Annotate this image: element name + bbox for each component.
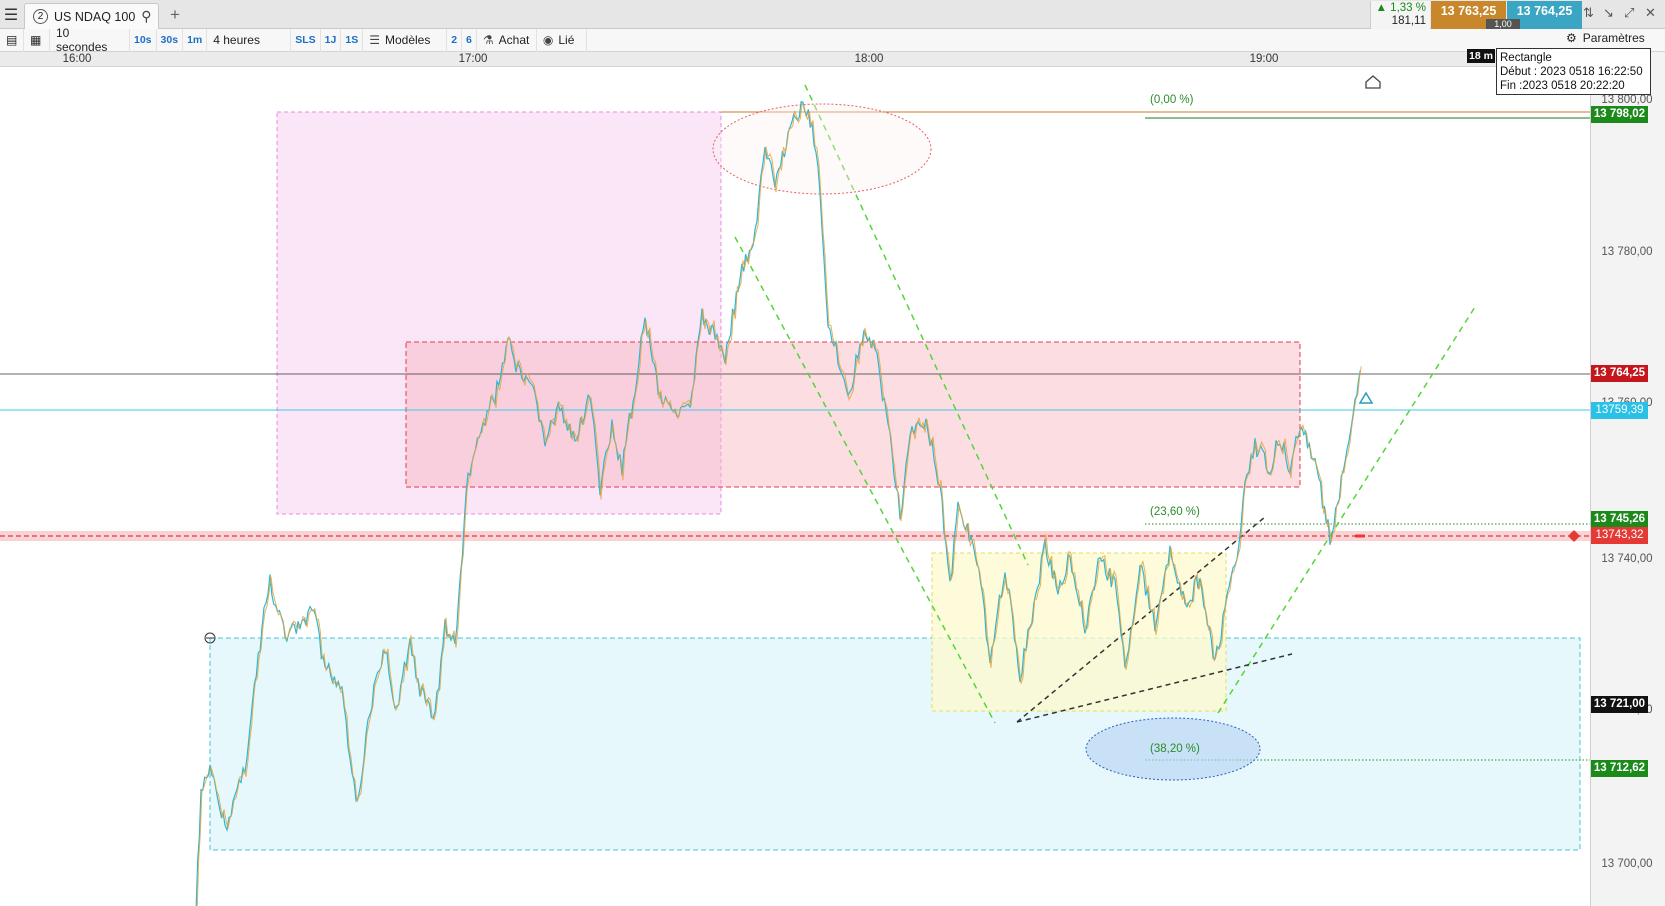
price-tag-fib-0: 13 798,02 — [1591, 106, 1648, 123]
zone-rectangle-red[interactable] — [405, 341, 1301, 488]
gear-icon: ⚙ — [1566, 31, 1577, 45]
interval-select[interactable]: 10 secondes — [50, 26, 130, 54]
time-label: 19:00 — [1249, 53, 1279, 65]
sell-price: 13 763,25 — [1440, 4, 1497, 18]
menu-icon[interactable]: ☰ — [0, 0, 22, 29]
shrink-icon[interactable]: ↘ — [1603, 5, 1614, 21]
search-icon[interactable]: ⚲ — [141, 8, 151, 25]
highlight-ellipse-red[interactable] — [712, 103, 932, 195]
interval-1m[interactable]: 1m — [183, 28, 208, 52]
time-label: 17:00 — [458, 53, 488, 65]
price-tag-fib-236: 13 745,26 — [1591, 511, 1648, 528]
sls-button[interactable]: SLS — [291, 28, 321, 52]
linked-label: Lié — [558, 33, 575, 47]
chart-toolbar: ▤ ▦ 10 secondes 10s 30s 1m 4 heures SLS … — [0, 26, 1665, 54]
price-axis[interactable]: 13 800,00 13 780,00 13 760,00 13 740,00 … — [1590, 52, 1665, 906]
price-tag-721: 13 721,00 — [1591, 696, 1648, 713]
range-1j[interactable]: 1J — [321, 28, 342, 52]
tooltip-end: Fin :2023 0518 20:22:20 — [1500, 80, 1625, 92]
chart-canvas[interactable] — [0, 67, 1590, 906]
quote-change: ▲ 1,33 % 181,11 — [1370, 1, 1430, 29]
sliders-icon: ☰ — [369, 33, 380, 47]
template-6-button[interactable]: 6 — [462, 28, 477, 52]
buy-order-label: Achat — [498, 33, 530, 47]
template-2-button[interactable]: 2 — [447, 28, 463, 52]
drawing-tooltip: Rectangle Début : 2023 0518 16:22:50 Fin… — [1496, 48, 1651, 95]
expand-icon[interactable]: ⤢ — [1624, 5, 1634, 21]
price-tag-red: 13743,32 — [1591, 527, 1648, 544]
models-label: Modèles — [384, 33, 431, 47]
price-tag-current: 13 764,25 — [1591, 365, 1648, 382]
change-points: 181,11 — [1391, 15, 1426, 27]
list-view-icon[interactable]: ▤ — [0, 28, 24, 52]
price-chart[interactable]: (0,00 %) (23,60 %) (38,20 %) — [0, 67, 1590, 906]
instrument-name: US NDAQ 100 — [54, 9, 136, 24]
home-icon[interactable] — [1365, 75, 1381, 89]
fib-label-236: (23,60 %) — [1150, 506, 1200, 518]
candle-timer: 18 m — [1467, 49, 1495, 63]
price-label: 13 740,00 — [1601, 553, 1653, 565]
tooltip-start: Début : 2023 0518 16:22:50 — [1500, 66, 1643, 78]
buy-order-button[interactable]: ⚗ Achat — [477, 28, 537, 52]
price-label: 13 700,00 — [1601, 858, 1653, 870]
buy-marker-icon[interactable] — [1358, 391, 1374, 404]
price-label: 13 780,00 — [1601, 246, 1653, 258]
range-select[interactable]: 4 heures — [207, 28, 292, 52]
change-percent: ▲ 1,33 % — [1375, 2, 1426, 14]
linked-button[interactable]: ◉ Lié — [537, 28, 587, 52]
settings-label: Paramètres — [1582, 31, 1645, 45]
fib-label-0: (0,00 %) — [1150, 94, 1194, 106]
range-1s[interactable]: 1S — [341, 28, 364, 52]
models-button[interactable]: ☰ Modèles — [363, 28, 448, 52]
interval-30s[interactable]: 30s — [157, 28, 184, 52]
time-label: 16:00 — [62, 53, 92, 65]
fib-label-382: (38,20 %) — [1150, 743, 1200, 755]
time-axis[interactable]: 16:00 17:00 18:00 19:00 — [0, 52, 1590, 67]
tab-number: 2 — [33, 9, 48, 24]
top-bar: ☰ 2 US NDAQ 100 ⚲ + ▲ 1,33 % 181,11 13 7… — [0, 0, 1665, 30]
trading-app: ☰ 2 US NDAQ 100 ⚲ + ▲ 1,33 % 181,11 13 7… — [0, 0, 1665, 906]
settings-button[interactable]: ⚙ Paramètres — [1566, 31, 1645, 45]
add-tab-icon[interactable]: + — [170, 5, 180, 25]
order-icon: ⚗ — [482, 33, 494, 47]
interval-10s[interactable]: 10s — [130, 28, 157, 52]
price-tag-cyan: 13759,39 — [1591, 402, 1648, 419]
buy-price: 13 764,25 — [1516, 4, 1573, 18]
close-icon[interactable]: ✕ — [1645, 5, 1656, 21]
layout-icon[interactable]: ▦ — [24, 28, 50, 52]
eye-icon: ◉ — [542, 33, 554, 47]
price-tag-fib-382: 13 712,62 — [1591, 760, 1648, 777]
tooltip-title: Rectangle — [1500, 52, 1552, 64]
time-label: 18:00 — [854, 53, 884, 65]
scroll-arrows-icon[interactable]: ⇅ — [1583, 5, 1594, 21]
